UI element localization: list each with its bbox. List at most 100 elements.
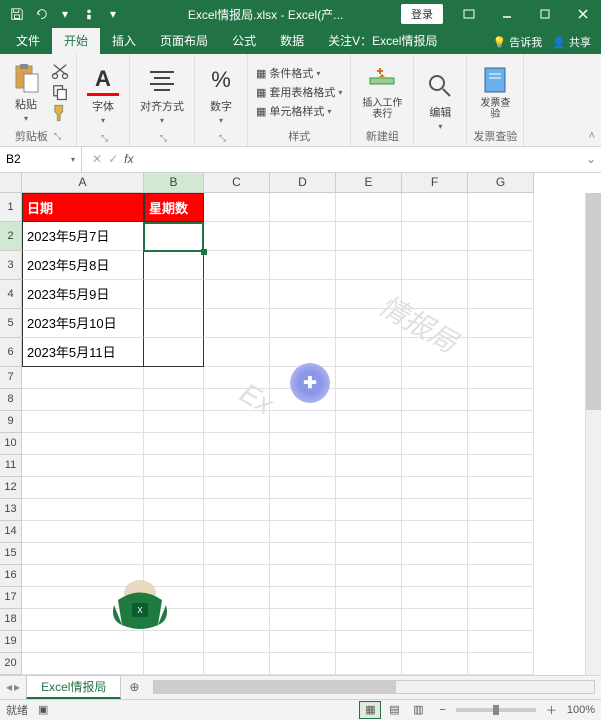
column-header[interactable]: A <box>22 173 144 192</box>
cell[interactable] <box>468 587 534 609</box>
zoom-out-icon[interactable]: − <box>439 704 445 716</box>
tab-follow[interactable]: 关注V：Excel情报局 <box>316 28 449 54</box>
cell[interactable] <box>204 433 270 455</box>
cell[interactable] <box>22 587 144 609</box>
column-header[interactable]: B <box>144 173 204 192</box>
tab-home[interactable]: 开始 <box>52 28 100 54</box>
cell[interactable] <box>22 367 144 389</box>
cell[interactable] <box>468 433 534 455</box>
cell[interactable] <box>402 367 468 389</box>
tab-page-layout[interactable]: 页面布局 <box>148 28 220 54</box>
minimize-icon[interactable] <box>489 0 525 28</box>
zoom-level[interactable]: 100% <box>567 704 595 716</box>
cell[interactable] <box>468 389 534 411</box>
cell[interactable] <box>204 222 270 251</box>
cell[interactable] <box>22 631 144 653</box>
cell[interactable] <box>402 338 468 367</box>
cell[interactable] <box>22 433 144 455</box>
dialog-launcher-icon[interactable]: ⤡ <box>219 133 226 144</box>
row-header[interactable]: 12 <box>0 477 22 499</box>
cell[interactable] <box>144 433 204 455</box>
cell[interactable] <box>270 455 336 477</box>
cell[interactable] <box>204 477 270 499</box>
row-header[interactable]: 1 <box>0 193 22 222</box>
cell[interactable] <box>144 411 204 433</box>
cell[interactable] <box>144 455 204 477</box>
cell[interactable] <box>336 367 402 389</box>
cell[interactable] <box>402 653 468 675</box>
maximize-icon[interactable] <box>527 0 563 28</box>
cell[interactable] <box>22 565 144 587</box>
cell[interactable] <box>22 499 144 521</box>
cell[interactable] <box>468 251 534 280</box>
cell[interactable]: 2023年5月7日 <box>22 222 144 251</box>
cell[interactable] <box>270 653 336 675</box>
cell[interactable] <box>22 455 144 477</box>
cell[interactable] <box>270 309 336 338</box>
cell[interactable] <box>144 587 204 609</box>
touch-mode-icon[interactable] <box>78 3 100 25</box>
row-header[interactable]: 7 <box>0 367 22 389</box>
row-header[interactable]: 15 <box>0 543 22 565</box>
cell[interactable] <box>144 609 204 631</box>
cell[interactable] <box>144 565 204 587</box>
formula-input[interactable] <box>143 147 581 171</box>
cell[interactable] <box>270 433 336 455</box>
cell[interactable] <box>144 251 204 280</box>
page-layout-view-icon[interactable]: ▤ <box>383 701 405 719</box>
cell[interactable] <box>270 367 336 389</box>
cell[interactable] <box>336 499 402 521</box>
cell[interactable] <box>204 389 270 411</box>
row-header[interactable]: 2 <box>0 222 22 251</box>
cell[interactable] <box>468 338 534 367</box>
tell-me-button[interactable]: 💡 告诉我 <box>493 34 543 50</box>
column-header[interactable]: G <box>468 173 534 192</box>
cell[interactable] <box>468 193 534 222</box>
login-button[interactable]: 登录 <box>401 4 443 24</box>
cell[interactable] <box>402 389 468 411</box>
cell[interactable] <box>336 565 402 587</box>
close-icon[interactable] <box>565 0 601 28</box>
cell[interactable] <box>204 499 270 521</box>
cell[interactable] <box>468 609 534 631</box>
row-header[interactable]: 14 <box>0 521 22 543</box>
cell[interactable] <box>336 609 402 631</box>
column-header[interactable]: C <box>204 173 270 192</box>
cell[interactable] <box>270 222 336 251</box>
cell[interactable] <box>336 653 402 675</box>
cell[interactable] <box>336 631 402 653</box>
fx-icon[interactable]: fx <box>124 152 133 166</box>
cell[interactable] <box>144 521 204 543</box>
cancel-icon[interactable]: ✕ <box>92 152 102 166</box>
conditional-format-button[interactable]: ▦条件格式 ▾ <box>254 64 344 82</box>
cell[interactable] <box>204 565 270 587</box>
cell[interactable] <box>204 193 270 222</box>
cell[interactable]: 2023年5月10日 <box>22 309 144 338</box>
cell[interactable] <box>270 631 336 653</box>
cell[interactable] <box>270 338 336 367</box>
row-header[interactable]: 10 <box>0 433 22 455</box>
tab-file[interactable]: 文件 <box>4 28 52 54</box>
paste-button[interactable]: 粘贴▾ <box>6 60 46 125</box>
cell[interactable] <box>468 631 534 653</box>
zoom-in-icon[interactable]: ＋ <box>546 702 557 718</box>
cell[interactable] <box>144 222 204 251</box>
row-header[interactable]: 18 <box>0 609 22 631</box>
cell[interactable]: 2023年5月11日 <box>22 338 144 367</box>
sheet-tab[interactable]: Excel情报局 <box>26 675 121 699</box>
cell[interactable] <box>468 222 534 251</box>
share-button[interactable]: 👤 共享 <box>552 34 591 50</box>
dialog-launcher-icon[interactable]: ⤡ <box>101 133 108 144</box>
cell[interactable] <box>204 455 270 477</box>
insert-row-button[interactable]: 插入工作表行 <box>357 62 407 122</box>
cell[interactable]: 星期数 <box>144 193 204 222</box>
cell[interactable] <box>270 389 336 411</box>
fill-handle[interactable] <box>201 249 207 255</box>
cell[interactable] <box>204 653 270 675</box>
select-all-button[interactable] <box>0 173 22 193</box>
cell[interactable] <box>204 609 270 631</box>
cell[interactable] <box>402 455 468 477</box>
cell[interactable] <box>22 477 144 499</box>
cell[interactable] <box>336 309 402 338</box>
table-format-button[interactable]: ▦套用表格格式 ▾ <box>254 83 344 101</box>
